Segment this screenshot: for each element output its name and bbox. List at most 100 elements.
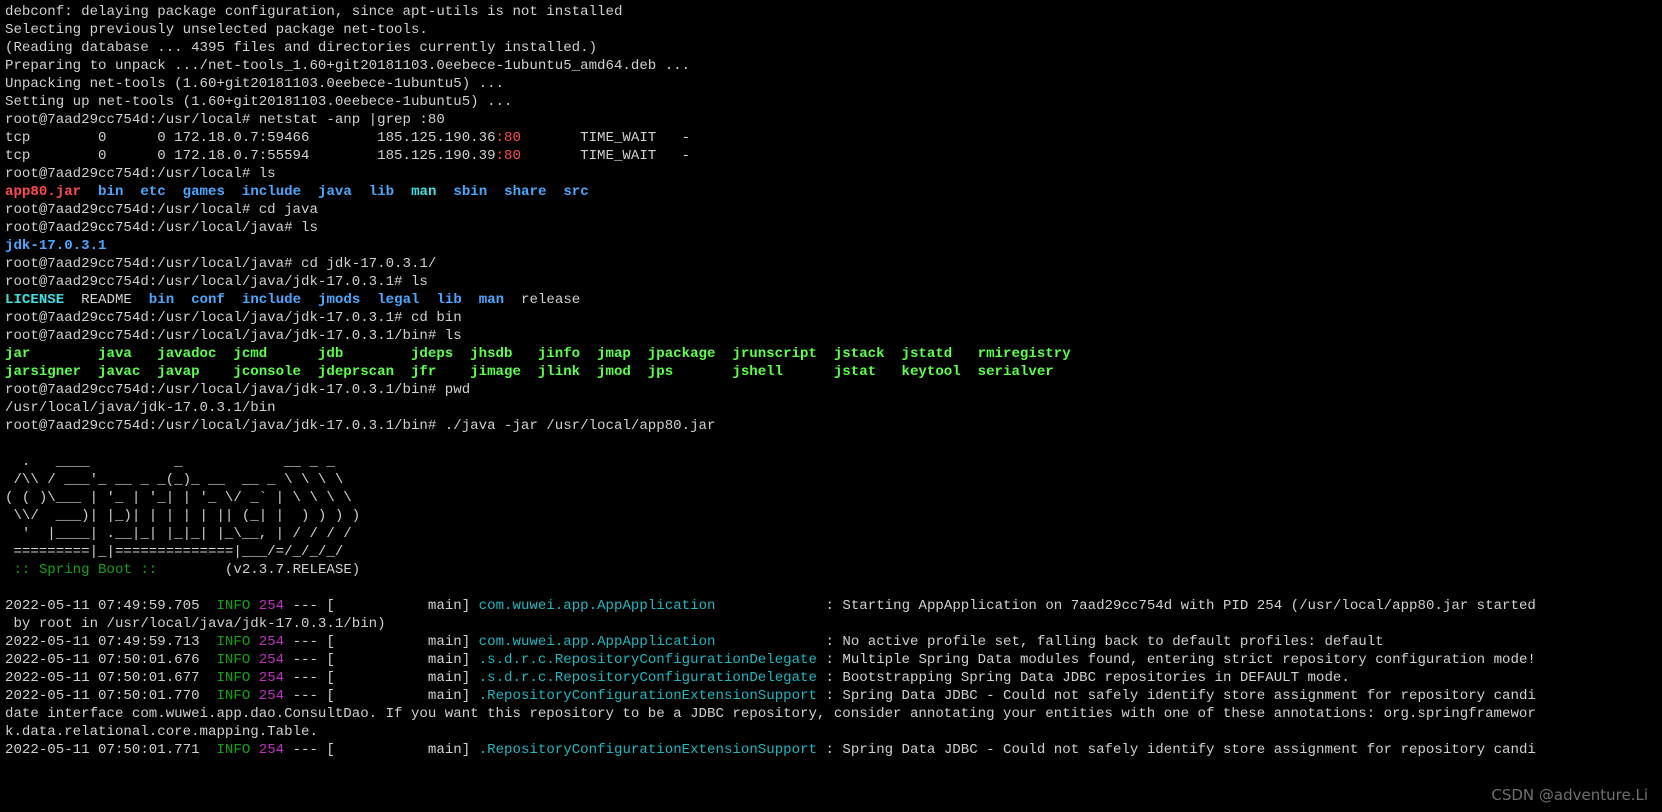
terminal-line: root@7aad29cc754d:/usr/local/java/jdk-17… <box>5 381 1662 399</box>
directory: games <box>182 184 225 200</box>
logger-name: com.wuwei.app.AppApplication <box>478 634 716 650</box>
text <box>301 184 318 200</box>
terminal-line: 2022-05-11 07:50:01.677 INFO 254 --- [ m… <box>5 669 1662 687</box>
terminal-output[interactable]: debconf: delaying package configuration,… <box>5 3 1662 759</box>
terminal-line: jarsigner javac javap jconsole jdeprscan… <box>5 363 1662 381</box>
terminal-line: Selecting previously unselected package … <box>5 21 1662 39</box>
text <box>225 184 242 200</box>
text: (v2.3.7.RELEASE) <box>157 562 361 578</box>
watermark: CSDN @adventure.Li <box>1491 786 1648 804</box>
text: root@7aad29cc754d:/usr/local/java# ls <box>5 220 318 236</box>
text: ' |____| .__|_| |_|_| |_\__, | / / / / <box>5 526 352 542</box>
terminal-line: 2022-05-11 07:49:59.713 INFO 254 --- [ m… <box>5 633 1662 651</box>
text <box>250 670 258 686</box>
text: root@7aad29cc754d:/usr/local/java/jdk-17… <box>5 418 716 434</box>
terminal-line: =========|_|==============|___/=/_/_/_/ <box>5 543 1662 561</box>
executable: jarsigner javac javap jconsole jdeprscan… <box>5 364 1054 380</box>
text: : Spring Data JDBC - Could not safely id… <box>816 688 1536 704</box>
terminal-line: jdk-17.0.3.1 <box>5 237 1662 255</box>
text: tcp 0 0 172.18.0.7:59466 185.125.190.36 <box>5 130 496 146</box>
text: : No active profile set, falling back to… <box>715 634 1384 650</box>
directory: java <box>318 184 352 200</box>
directory: bin <box>148 292 175 308</box>
terminal-line: app80.jar bin etc games include java lib… <box>5 183 1662 201</box>
log-level: INFO <box>216 652 251 668</box>
directory: share <box>504 184 547 200</box>
text: --- [ main] <box>284 652 479 668</box>
text: --- [ main] <box>284 742 479 758</box>
terminal-line: root@7aad29cc754d:/usr/local# ls <box>5 165 1662 183</box>
pid: 254 <box>258 652 285 668</box>
text: =========|_|==============|___/=/_/_/_/ <box>5 544 344 560</box>
text: 2022-05-11 07:50:01.676 <box>5 652 217 668</box>
text: by root in /usr/local/java/jdk-17.0.3.1/… <box>5 616 386 632</box>
terminal-line: root@7aad29cc754d:/usr/local/java# ls <box>5 219 1662 237</box>
text: --- [ main] <box>284 688 479 704</box>
text <box>250 652 258 668</box>
terminal-line: 2022-05-11 07:50:01.771 INFO 254 --- [ m… <box>5 741 1662 759</box>
terminal-line: root@7aad29cc754d:/usr/local/java/jdk-17… <box>5 309 1662 327</box>
text: root@7aad29cc754d:/usr/local/java/jdk-17… <box>5 274 428 290</box>
terminal-line: tcp 0 0 172.18.0.7:55594 185.125.190.39:… <box>5 147 1662 165</box>
text: 2022-05-11 07:50:01.677 <box>5 670 217 686</box>
logger-name: .RepositoryConfigurationExtensionSupport <box>478 688 817 704</box>
terminal-line: 2022-05-11 07:50:01.676 INFO 254 --- [ m… <box>5 651 1662 669</box>
text <box>436 184 453 200</box>
text <box>301 292 318 308</box>
text: k.data.relational.core.mapping.Table. <box>5 724 318 740</box>
directory: conf <box>191 292 225 308</box>
terminal-line: ' |____| .__|_| |_|_| |_\__, | / / / / <box>5 525 1662 543</box>
text: Unpacking net-tools (1.60+git20181103.0e… <box>5 76 504 92</box>
terminal-line: Unpacking net-tools (1.60+git20181103.0e… <box>5 75 1662 93</box>
directory: lib <box>436 292 462 308</box>
terminal-line: by root in /usr/local/java/jdk-17.0.3.1/… <box>5 615 1662 633</box>
text <box>360 292 377 308</box>
directory: src <box>563 184 589 200</box>
text: /usr/local/java/jdk-17.0.3.1/bin <box>5 400 276 416</box>
terminal-line: LICENSE README bin conf include jmods le… <box>5 291 1662 309</box>
log-level: INFO <box>216 598 251 614</box>
logger-name: .RepositoryConfigurationExtensionSupport <box>478 742 817 758</box>
text: root@7aad29cc754d:/usr/local/java/jdk-17… <box>5 382 471 398</box>
pid: 254 <box>258 598 285 614</box>
terminal-line: . ____ _ __ _ _ <box>5 453 1662 471</box>
terminal-line: ( ( )\___ | '_ | '_| | '_ \/ _` | \ \ \ … <box>5 489 1662 507</box>
directory: include <box>241 184 302 200</box>
terminal-line: Preparing to unpack .../net-tools_1.60+g… <box>5 57 1662 75</box>
text: Preparing to unpack .../net-tools_1.60+g… <box>5 58 691 74</box>
text <box>166 184 183 200</box>
text <box>123 184 140 200</box>
terminal-line: :: Spring Boot :: (v2.3.7.RELEASE) <box>5 561 1662 579</box>
text <box>546 184 563 200</box>
text: : Spring Data JDBC - Could not safely id… <box>816 742 1536 758</box>
text <box>81 184 98 200</box>
text: : Bootstrapping Spring Data JDBC reposit… <box>816 670 1350 686</box>
directory: jdk-17.0.3.1 <box>5 238 107 254</box>
text: Setting up net-tools (1.60+git20181103.0… <box>5 94 513 110</box>
text: root@7aad29cc754d:/usr/local# cd java <box>5 202 318 218</box>
text: root@7aad29cc754d:/usr/local/java/jdk-17… <box>5 328 462 344</box>
archive-file: app80.jar <box>5 184 82 200</box>
terminal-line: /\\ / ___'_ __ _ _(_)_ __ __ _ \ \ \ \ <box>5 471 1662 489</box>
pid: 254 <box>258 742 285 758</box>
text: root@7aad29cc754d:/usr/local# netstat -a… <box>5 112 445 128</box>
log-level: INFO <box>216 634 251 650</box>
executable: jar java javadoc jcmd jdb jdeps jhsdb ji… <box>5 346 1071 362</box>
terminal-line: k.data.relational.core.mapping.Table. <box>5 723 1662 741</box>
text: \\/ ___)| |_)| | | | | || (_| | ) ) ) ) <box>5 508 361 524</box>
text: --- [ main] <box>284 598 479 614</box>
text <box>462 292 479 308</box>
terminal-line: (Reading database ... 4395 files and dir… <box>5 39 1662 57</box>
directory: man <box>478 292 505 308</box>
terminal-line: root@7aad29cc754d:/usr/local# cd java <box>5 201 1662 219</box>
terminal-line: 2022-05-11 07:49:59.705 INFO 254 --- [ m… <box>5 597 1662 615</box>
text <box>250 634 258 650</box>
text: 2022-05-11 07:50:01.771 <box>5 742 217 758</box>
logger-name: .s.d.r.c.RepositoryConfigurationDelegate <box>478 670 817 686</box>
text: . ____ _ __ _ _ <box>5 454 335 470</box>
directory: include <box>241 292 302 308</box>
terminal-line: root@7aad29cc754d:/usr/local/java/jdk-17… <box>5 327 1662 345</box>
terminal-line: /usr/local/java/jdk-17.0.3.1/bin <box>5 399 1662 417</box>
